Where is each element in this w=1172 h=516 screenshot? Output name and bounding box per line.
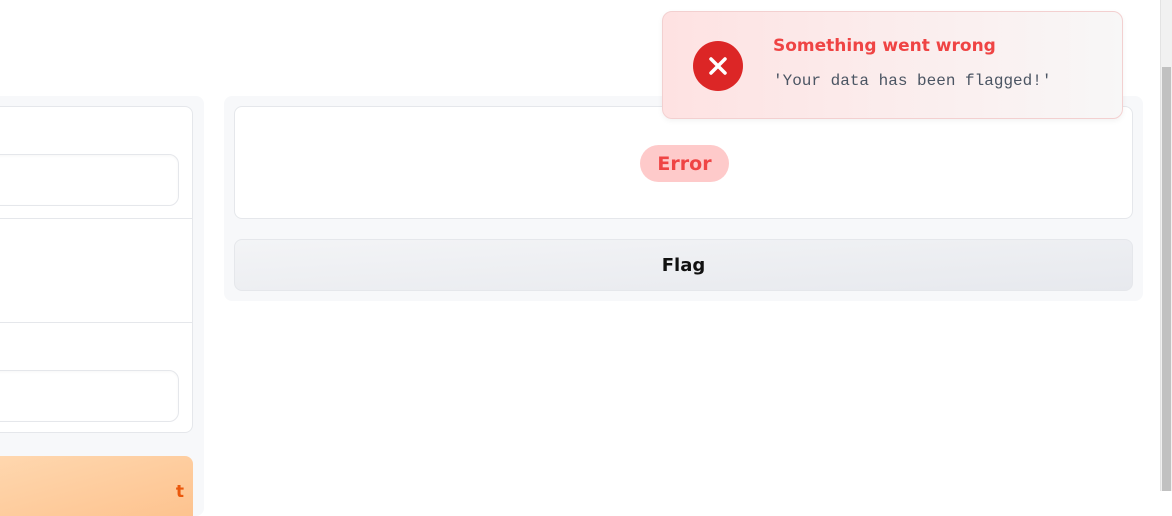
flag-button[interactable]: Flag: [234, 239, 1133, 291]
field-divider: [0, 218, 193, 219]
scrollbar-thumb[interactable]: [1162, 67, 1171, 491]
toast-message: 'Your data has been flagged!': [773, 72, 1052, 90]
text-input-field[interactable]: [0, 154, 179, 206]
submit-button[interactable]: t: [0, 456, 193, 516]
error-badge: Error: [640, 145, 729, 182]
error-toast[interactable]: Something went wrong 'Your data has been…: [662, 11, 1123, 119]
text-input-field[interactable]: [0, 370, 179, 422]
scrollbar[interactable]: [1160, 0, 1172, 491]
close-icon: [693, 41, 743, 91]
output-column: Error Flag: [224, 96, 1143, 301]
toast-title: Something went wrong: [773, 36, 996, 56]
input-form-block: [0, 106, 193, 433]
input-column: t: [0, 96, 204, 516]
field-divider: [0, 322, 193, 323]
output-box: Error: [234, 106, 1133, 219]
